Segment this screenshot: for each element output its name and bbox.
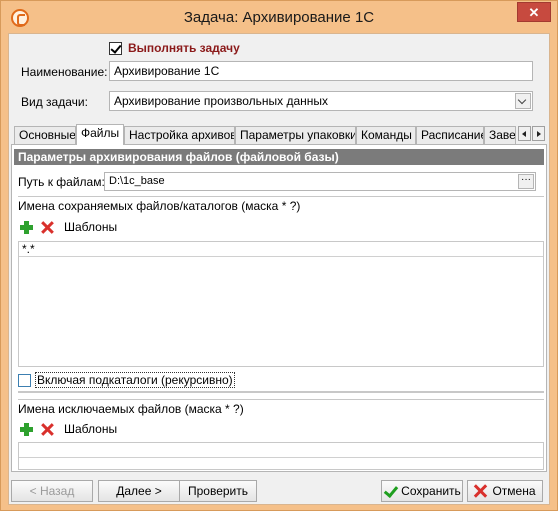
path-value: D:\1c_base [109, 175, 165, 187]
browse-path-button[interactable]: ··· [518, 174, 534, 189]
include-templates-button[interactable]: Шаблоны [64, 220, 117, 234]
include-group-divider [18, 196, 544, 197]
files-tab-panel: Параметры архивирования файлов (файловой… [11, 144, 547, 472]
tab-archive-settings[interactable]: Настройка архивов [124, 126, 235, 144]
tab-scroll-left-icon[interactable] [518, 126, 531, 141]
task-type-value: Архивирование произвольных данных [114, 94, 329, 108]
include-mask-list[interactable]: *.* [18, 241, 544, 367]
recursive-checkbox-row[interactable]: Включая подкаталоги (рекурсивно) [18, 372, 235, 388]
back-button[interactable]: < Назад [11, 480, 93, 502]
recursive-checkbox-label: Включая подкаталоги (рекурсивно) [35, 372, 235, 388]
tab-schedule[interactable]: Расписание [416, 126, 484, 144]
add-exclude-icon[interactable] [20, 422, 33, 436]
delete-include-icon[interactable] [41, 221, 54, 234]
title-bar[interactable]: Задача: Архивирование 1С ✕ [1, 1, 557, 33]
check-icon [383, 484, 397, 498]
enabled-checkbox[interactable] [109, 41, 122, 55]
tab-main[interactable]: Основные [14, 126, 76, 144]
save-button[interactable]: Сохранить [381, 480, 463, 502]
exclude-group-divider [18, 399, 544, 400]
tab-more[interactable]: Заве [484, 126, 516, 144]
delete-exclude-icon[interactable] [41, 423, 54, 436]
name-label: Наименование: [21, 65, 108, 79]
tab-scroll-right-icon[interactable] [532, 126, 545, 141]
exclude-group-label: Имена исключаемых файлов (маска * ?) [18, 402, 244, 416]
include-group-label: Имена сохраняемых файлов/каталогов (маск… [18, 199, 301, 213]
next-button[interactable]: Далее > [98, 480, 180, 502]
name-field[interactable]: Архивирование 1С [109, 61, 533, 81]
check-button[interactable]: Проверить [179, 480, 257, 502]
files-section-header: Параметры архивирования файлов (файловой… [14, 149, 544, 165]
task-type-select[interactable]: Архивирование произвольных данных [109, 91, 533, 111]
enabled-checkbox-label: Выполнять задачу [128, 41, 240, 55]
enabled-checkbox-row[interactable]: Выполнять задачу [109, 40, 240, 56]
path-label: Путь к файлам: [18, 175, 105, 189]
exclude-toolbar: Шаблоны [20, 420, 117, 438]
window-title: Задача: Архивирование 1С [183, 9, 375, 26]
save-button-label: Сохранить [401, 484, 461, 498]
exclude-mask-list[interactable] [18, 442, 544, 470]
add-include-icon[interactable] [20, 220, 33, 234]
tab-packing-params[interactable]: Параметры упаковки [235, 126, 356, 144]
dialog-body: Выполнять задачу Наименование: Архивиров… [8, 33, 550, 505]
cancel-button-label: Отмена [492, 484, 536, 498]
list-splitter[interactable] [18, 391, 544, 393]
task-window: Задача: Архивирование 1С ✕ Выполнять зад… [0, 0, 558, 511]
recursive-checkbox[interactable] [18, 373, 31, 387]
list-item[interactable] [19, 443, 543, 458]
chevron-down-icon[interactable] [515, 93, 531, 109]
exclude-templates-button[interactable]: Шаблоны [64, 422, 117, 436]
list-item[interactable]: *.* [19, 242, 543, 257]
task-type-label: Вид задачи: [21, 95, 88, 109]
tab-strip: Основные Файлы Настройка архивов Парамет… [11, 124, 551, 145]
tab-commands[interactable]: Команды [356, 126, 416, 144]
path-field[interactable]: D:\1c_base ··· [104, 172, 536, 191]
cancel-button[interactable]: Отмена [467, 480, 543, 502]
include-toolbar: Шаблоны [20, 218, 117, 236]
close-button[interactable]: ✕ [517, 2, 551, 22]
tab-files[interactable]: Файлы [76, 124, 124, 145]
cancel-icon [474, 484, 488, 498]
